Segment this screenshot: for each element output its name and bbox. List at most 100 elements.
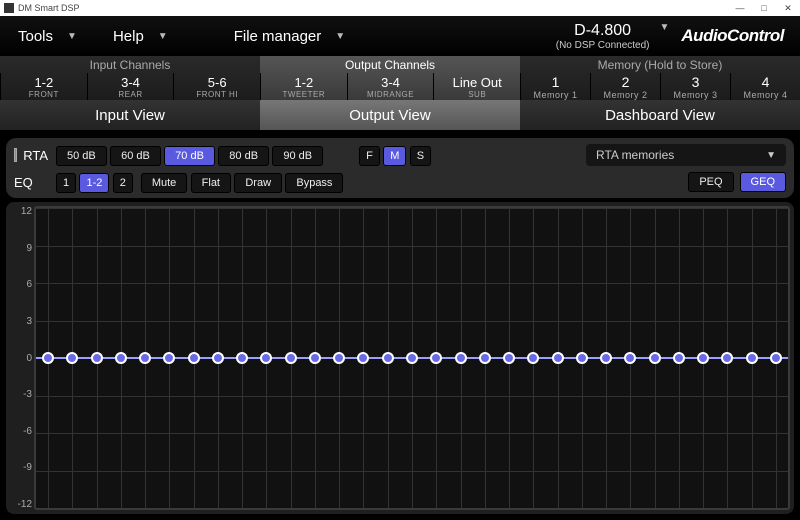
eq-band-node[interactable] [697,352,709,364]
eq-plot[interactable] [34,206,790,510]
memory-cell-l1: 1 [521,74,590,90]
eq-mute-button[interactable]: Mute [141,173,187,193]
output-cell[interactable]: 3-4MIDRANGE [347,73,434,100]
memory-cell-l2: Memory 3 [661,90,730,100]
menu-help[interactable]: Help ▼ [95,28,186,45]
tab-dashboard-view[interactable]: Dashboard View [520,100,800,130]
tab-input-view[interactable]: Input View [0,100,260,130]
eq-band-node[interactable] [163,352,175,364]
eq-band-node[interactable] [66,352,78,364]
menu-tools[interactable]: Tools ▼ [0,28,95,45]
rta-speed-button[interactable]: S [410,146,431,166]
eq-band-node[interactable] [673,352,685,364]
eq-channel-button[interactable]: 2 [113,173,133,193]
output-cell[interactable]: Line OutSUB [433,73,520,100]
eq-band-node[interactable] [236,352,248,364]
output-group-title: Output Channels [260,56,520,73]
tab-output-label: Output View [349,107,430,124]
memory-cell-l2: Memory 1 [521,90,590,100]
peq-button[interactable]: PEQ [688,172,733,192]
window-max-button[interactable]: □ [756,3,772,14]
eq-band-node[interactable] [188,352,200,364]
output-cell-l2: MIDRANGE [348,90,434,99]
output-channels-group: Output Channels 1-2TWEETER3-4MIDRANGELin… [260,56,520,100]
eq-band-node[interactable] [42,352,54,364]
eq-band-node[interactable] [260,352,272,364]
eq-band-node[interactable] [600,352,612,364]
eq-band-node[interactable] [576,352,588,364]
rta-memories-dropdown[interactable]: RTA memories ▼ [586,144,786,166]
eq-band-node[interactable] [624,352,636,364]
eq-band-node[interactable] [309,352,321,364]
tab-dash-label: Dashboard View [605,107,715,124]
y-axis-ticks: 129630-3-6-9-12 [10,206,32,510]
rta-db-button[interactable]: 60 dB [110,146,161,166]
memory-cell[interactable]: 1Memory 1 [520,73,590,100]
input-cell-l1: 1-2 [1,75,87,90]
memory-cell[interactable]: 2Memory 2 [590,73,660,100]
window-title: DM Smart DSP [18,3,80,13]
menu-filemgr-label: File manager [234,28,322,45]
rta-label-text: RTA [23,148,48,163]
eq-band-node[interactable] [746,352,758,364]
eq-band-node[interactable] [479,352,491,364]
memory-cell[interactable]: 3Memory 3 [660,73,730,100]
window-min-button[interactable]: — [732,3,748,14]
rta-speed-button[interactable]: F [359,146,380,166]
memory-cell[interactable]: 4Memory 4 [730,73,800,100]
menubar: Tools ▼ Help ▼ File manager ▼ D-4.800 (N… [0,16,800,56]
eq-bypass-button[interactable]: Bypass [285,173,343,193]
eq-band-node[interactable] [770,352,782,364]
tab-output-view[interactable]: Output View [260,100,520,130]
eq-band-node[interactable] [552,352,564,364]
input-cell[interactable]: 1-2FRONT [0,73,87,100]
rta-db-button[interactable]: 90 dB [272,146,323,166]
device-selector[interactable]: D-4.800 (No DSP Connected) [546,22,660,51]
rta-toggle-icon[interactable] [14,148,17,162]
eq-band-node[interactable] [455,352,467,364]
eq-band-node[interactable] [139,352,151,364]
input-cell-l1: 3-4 [88,75,174,90]
app-icon [4,3,14,13]
rta-label: RTA [14,148,48,163]
eq-band-node[interactable] [333,352,345,364]
window-close-button[interactable]: ✕ [780,3,796,14]
memory-cell-l1: 2 [591,74,660,90]
rta-memories-label: RTA memories [596,148,674,162]
input-cell[interactable]: 3-4REAR [87,73,174,100]
eq-draw-button[interactable]: Draw [234,173,282,193]
rta-db-button[interactable]: 80 dB [218,146,269,166]
input-cell[interactable]: 5-6FRONT HI [173,73,260,100]
chevron-down-icon: ▼ [766,150,776,161]
memory-group-title: Memory (Hold to Store) [520,56,800,73]
eq-flat-button[interactable]: Flat [191,173,231,193]
output-cell[interactable]: 1-2TWEETER [260,73,347,100]
eq-band-node[interactable] [406,352,418,364]
memory-cell-l1: 3 [661,74,730,90]
window-titlebar: DM Smart DSP — □ ✕ [0,0,800,16]
output-cell-l1: Line Out [434,75,520,90]
output-cell-l1: 1-2 [261,75,347,90]
rta-db-button[interactable]: 70 dB [164,146,215,166]
memory-cell-l2: Memory 2 [591,90,660,100]
eq-band-node[interactable] [430,352,442,364]
eq-band-node[interactable] [649,352,661,364]
eq-band-node[interactable] [382,352,394,364]
geq-button[interactable]: GEQ [740,172,786,192]
eq-band-node[interactable] [357,352,369,364]
eq-band-node[interactable] [212,352,224,364]
chevron-down-icon: ▼ [158,31,168,42]
view-tabs: Input View Output View Dashboard View [0,100,800,130]
eq-band-node[interactable] [115,352,127,364]
rta-speed-button[interactable]: M [383,146,406,166]
eq-band-node[interactable] [527,352,539,364]
eq-channel-button[interactable]: 1-2 [79,173,109,193]
eq-band-node[interactable] [91,352,103,364]
eq-band-node[interactable] [503,352,515,364]
input-cell-l2: FRONT [1,90,87,99]
rta-db-button[interactable]: 50 dB [56,146,107,166]
eq-band-node[interactable] [285,352,297,364]
menu-file-manager[interactable]: File manager ▼ [216,28,363,45]
eq-channel-button[interactable]: 1 [56,173,76,193]
eq-band-node[interactable] [721,352,733,364]
